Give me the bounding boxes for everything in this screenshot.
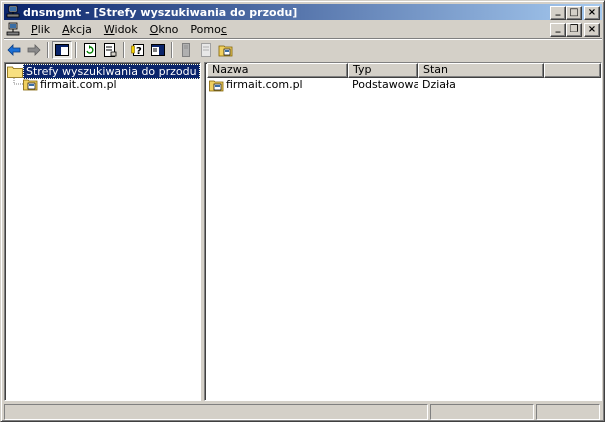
properties-button[interactable]: [196, 41, 216, 59]
tree-item-label: firmait.com.pl: [40, 77, 117, 91]
window-title: dnsmgmt - [Strefy wyszukiwania do przodu…: [23, 5, 298, 19]
list-pane[interactable]: Nazwa Typ Stan firmait.com.pl Podstawowa…: [204, 62, 602, 401]
status-panel-main: [4, 404, 428, 420]
cell-status: Działa: [422, 78, 456, 91]
cell-name: firmait.com.pl: [207, 78, 348, 92]
export-list-icon: [104, 43, 117, 57]
restore-icon: ❐: [569, 24, 579, 35]
title-bar[interactable]: dnsmgmt - [Strefy wyszukiwania do przodu…: [4, 4, 602, 20]
child-minimize-button[interactable]: _: [550, 21, 566, 37]
menu-pomoc[interactable]: Pomoc: [184, 23, 232, 36]
new-zone-icon: [218, 45, 233, 57]
main-window: dnsmgmt - [Strefy wyszukiwania do przodu…: [0, 0, 605, 422]
close-icon: ×: [587, 7, 597, 18]
tree-item-forward-zones[interactable]: Strefy wyszukiwania do przodu: [7, 63, 200, 79]
show-hide-tree-icon: [55, 44, 69, 56]
help-button[interactable]: ?: [128, 41, 148, 59]
minimize-button[interactable]: _: [550, 4, 566, 20]
tree-item-zone[interactable]: firmait.com.pl: [23, 77, 119, 91]
show-hide-tree-button[interactable]: [52, 41, 72, 59]
zone-icon: [209, 80, 224, 91]
menu-akcja[interactable]: Akcja: [56, 23, 98, 36]
minimize-icon: _: [555, 21, 561, 33]
new-zone-button[interactable]: [216, 41, 236, 59]
help-icon: ?: [131, 44, 144, 57]
refresh-icon: [84, 43, 96, 57]
forward-button[interactable]: [24, 41, 44, 59]
close-button[interactable]: ×: [584, 6, 600, 20]
column-header-name[interactable]: Nazwa: [207, 63, 348, 78]
forward-icon: [27, 44, 41, 56]
svg-text:?: ?: [136, 46, 142, 57]
maximize-button[interactable]: □: [566, 6, 582, 20]
list-row[interactable]: firmait.com.pl Podstawowa ... Działa: [207, 77, 544, 92]
menu-widok[interactable]: Widok: [98, 23, 144, 36]
zone-icon: [23, 79, 38, 91]
back-icon: [7, 44, 21, 56]
toolbar-separator: [75, 42, 77, 58]
child-restore-button[interactable]: ❐: [566, 23, 582, 37]
menu-okno[interactable]: Okno: [144, 23, 185, 36]
list-header: Nazwa Typ Stan: [207, 63, 601, 78]
server-icon: [182, 43, 190, 57]
status-panel-2: [430, 404, 534, 420]
cell-type: Podstawowa ...: [352, 78, 418, 91]
refresh-button[interactable]: [80, 41, 100, 59]
tree-pane[interactable]: Strefy wyszukiwania do przodu firmait.co…: [4, 62, 201, 401]
server-button[interactable]: [176, 41, 196, 59]
menu-bar: Plik Akcja Widok Okno Pomoc _ ❐ ×: [4, 21, 602, 38]
export-list-button[interactable]: [100, 41, 120, 59]
column-header-status[interactable]: Stan: [418, 63, 544, 78]
menu-plik[interactable]: Plik: [25, 23, 56, 36]
toolbar: ?: [4, 40, 602, 60]
folder-icon: [7, 66, 23, 78]
system-menu-icon[interactable]: [5, 22, 21, 38]
column-header-type[interactable]: Typ: [348, 63, 418, 78]
minimize-icon: _: [555, 4, 561, 16]
child-close-button[interactable]: ×: [584, 23, 600, 37]
status-panel-3: [536, 404, 600, 420]
properties-icon: [201, 43, 211, 57]
row-name-text: firmait.com.pl: [226, 78, 303, 91]
status-bar: [4, 404, 602, 420]
show-hide-action-pane-button[interactable]: [148, 41, 168, 59]
toolbar-separator: [171, 42, 173, 58]
back-button[interactable]: [4, 41, 24, 59]
toolbar-separator: [47, 42, 49, 58]
close-icon: ×: [587, 24, 597, 35]
show-hide-action-pane-icon: [151, 44, 165, 56]
dns-app-icon: [6, 5, 20, 19]
column-header-filler: [544, 63, 601, 78]
maximize-icon: □: [569, 7, 579, 18]
toolbar-separator: [123, 42, 125, 58]
